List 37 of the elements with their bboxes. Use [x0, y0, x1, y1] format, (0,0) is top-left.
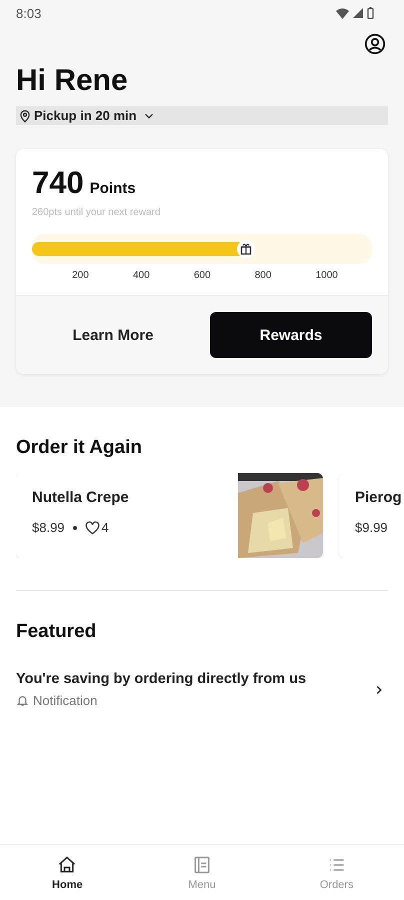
reward-subtitle: 260pts until your next reward — [32, 207, 162, 218]
item-price: $8.99 — [32, 520, 65, 535]
pickup-selector[interactable]: Pickup in 20 min — [16, 106, 388, 125]
separator-dot-icon — [72, 526, 77, 530]
like-count: 4 — [102, 520, 109, 535]
home-icon — [57, 855, 78, 875]
section-title: Order it Again — [16, 437, 143, 459]
featured-tag: Notification — [33, 693, 98, 708]
signal-icon — [353, 8, 363, 18]
progress-tick-label: 1000 — [316, 270, 338, 281]
featured-item[interactable]: You're saving by ordering directly from us Notification — [16, 671, 388, 708]
points-label: Points — [90, 180, 136, 197]
rewards-button[interactable]: Rewards — [210, 312, 372, 358]
book-icon — [192, 855, 212, 875]
gift-icon — [237, 240, 256, 258]
order-card[interactable]: Nutella Crepe $8.99 4 — [16, 473, 323, 558]
progress-tick-label: 600 — [194, 270, 211, 281]
progress-tick-label: 800 — [254, 270, 272, 281]
featured-title: You're saving by ordering directly from us — [16, 671, 306, 687]
profile-icon[interactable] — [364, 33, 386, 55]
battery-icon — [367, 7, 374, 19]
order-card[interactable]: Pierog $9.99 — [339, 473, 404, 558]
progress-tick-label: 200 — [72, 270, 89, 281]
item-price: $9.99 — [355, 520, 388, 535]
location-pin-icon — [18, 108, 32, 122]
status-time: 8:03 — [16, 6, 42, 20]
section-title: Featured — [16, 621, 98, 643]
item-name: Pierog — [355, 489, 403, 506]
wifi-icon — [336, 8, 349, 18]
nav-tab[interactable]: Home — [0, 845, 135, 900]
points-value: 740 — [32, 165, 84, 201]
progress-tick-label: 400 — [132, 270, 150, 281]
heart-icon — [84, 520, 100, 534]
learn-more-button[interactable]: Learn More — [32, 312, 194, 358]
item-name: Nutella Crepe — [32, 489, 130, 506]
greeting-title: Hi Rene — [16, 64, 129, 98]
bell-icon — [16, 694, 29, 707]
